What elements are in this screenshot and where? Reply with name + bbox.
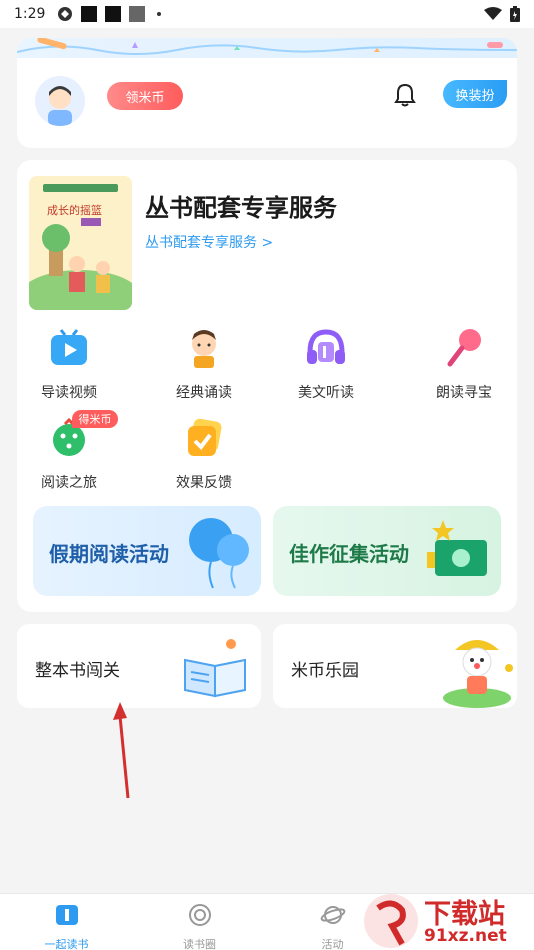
- profile-card: 领米币 换装扮: [17, 38, 517, 148]
- change-outfit-button[interactable]: 换装扮: [443, 80, 507, 108]
- feature-label: 朗读寻宝: [436, 385, 492, 401]
- feature-label: 美文听读: [298, 385, 354, 401]
- essay-contest-title: 佳作征集活动: [289, 542, 409, 566]
- planet-tab-icon: [320, 906, 345, 924]
- book-cover-title: 成长的摇篮: [47, 204, 102, 217]
- mascot-icon: [443, 640, 513, 708]
- tab-label: 读书圈: [183, 938, 216, 950]
- service-link[interactable]: 丛书配套专享服务 >: [145, 232, 273, 252]
- holiday-reading-title: 假期阅读活动: [49, 542, 169, 566]
- whole-book-challenge-title: 整本书闯关: [35, 661, 120, 681]
- book-cover-image[interactable]: 成长的摇篮: [29, 176, 132, 310]
- notification-square-icon: [129, 6, 146, 22]
- service-title: 丛书配套专享服务: [145, 194, 337, 222]
- camera-icon: [427, 520, 487, 576]
- boy-reading-icon: [192, 330, 216, 368]
- wifi-icon: [484, 7, 502, 20]
- status-time: 1:29: [14, 6, 46, 22]
- wave-decoration-icon: [17, 38, 517, 55]
- feature-reading-journey[interactable]: 得米币 阅读之旅: [14, 410, 124, 492]
- coin-reward-badge: 得米币: [72, 410, 118, 428]
- notification-square-icon: [81, 6, 98, 22]
- watermark-url: 91xz.net: [424, 926, 507, 946]
- status-bar: 1:29: [0, 0, 534, 28]
- service-card: 成长的摇篮 丛书配套专享服务 丛书配套专享服务 > 导读视频 经典诵读 美文听读: [17, 160, 517, 612]
- feature-label: 阅读之旅: [41, 475, 97, 491]
- feature-classic-recitation[interactable]: 经典诵读: [149, 326, 259, 402]
- bell-icon[interactable]: [393, 82, 417, 108]
- coin-park-title: 米币乐园: [291, 661, 359, 681]
- feature-guide-video[interactable]: 导读视频: [14, 326, 124, 402]
- holiday-reading-banner[interactable]: 假期阅读活动: [33, 506, 261, 596]
- whole-book-challenge-card[interactable]: 整本书闯关: [17, 624, 261, 708]
- feature-label: 效果反馈: [176, 475, 232, 491]
- book-tab-icon: [55, 905, 78, 925]
- watermark-logo-icon: [364, 894, 418, 948]
- tv-icon: [51, 329, 87, 365]
- feature-effect-feedback[interactable]: 效果反馈: [149, 416, 259, 492]
- more-notifications-dot-icon: [157, 12, 162, 16]
- notification-square-icon: [105, 6, 122, 22]
- tab-reading-circle[interactable]: 读书圈: [133, 894, 266, 950]
- site-watermark-logo: 下载站 91xz.net: [362, 892, 532, 950]
- open-book-icon: [184, 639, 246, 698]
- feature-reading-treasure[interactable]: 朗读寻宝: [409, 326, 519, 402]
- headphones-icon: [307, 329, 345, 364]
- annotation-arrow-icon: [113, 702, 130, 799]
- avatar[interactable]: [35, 76, 85, 126]
- tab-read-together[interactable]: 一起读书: [0, 894, 133, 950]
- decorative-banner: [17, 38, 517, 58]
- claim-coins-button[interactable]: 领米币: [107, 82, 183, 110]
- battery-icon: [510, 6, 520, 22]
- coin-park-card[interactable]: 米币乐园: [273, 624, 517, 708]
- feature-label: 经典诵读: [176, 385, 232, 401]
- microphone-icon: [447, 329, 481, 367]
- tab-label: 一起读书: [44, 938, 89, 950]
- circle-tab-icon: [188, 904, 211, 926]
- feature-listen-read[interactable]: 美文听读: [271, 326, 381, 402]
- child-avatar-icon: [35, 76, 85, 126]
- balloon-icon: [189, 518, 249, 589]
- feedback-check-icon: [188, 418, 222, 456]
- app-notification-icon: [58, 7, 73, 21]
- feature-label: 导读视频: [41, 385, 97, 401]
- essay-contest-banner[interactable]: 佳作征集活动: [273, 506, 501, 596]
- book-illustration-icon: [29, 176, 132, 310]
